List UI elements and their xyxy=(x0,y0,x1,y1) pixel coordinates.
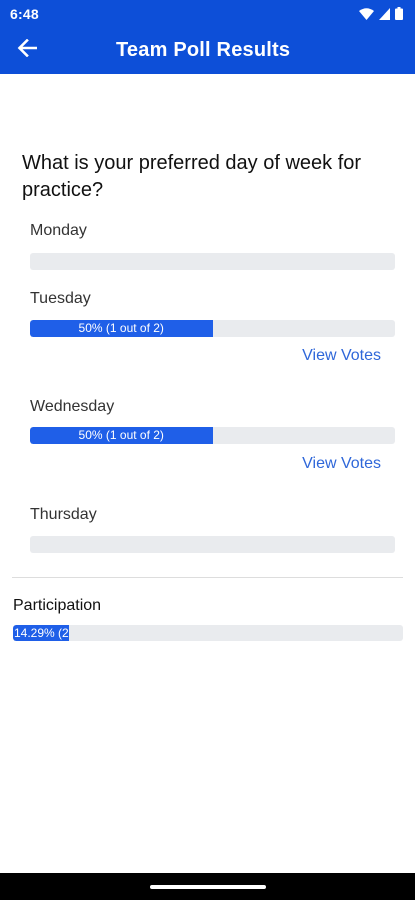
option-bar-monday xyxy=(30,253,395,270)
view-votes-wednesday-link[interactable]: View Votes xyxy=(302,455,381,473)
battery-icon xyxy=(395,7,403,20)
poll-question: What is your preferred day of week for p… xyxy=(22,152,362,201)
option-label-thursday: Thursday xyxy=(30,506,97,523)
view-votes-tuesday-link[interactable]: View Votes xyxy=(302,347,381,365)
divider xyxy=(12,577,403,578)
app-bar: Team Poll Results xyxy=(0,27,415,74)
page-title: Team Poll Results xyxy=(116,39,291,61)
status-bar: 6:48 xyxy=(0,0,415,27)
status-time: 6:48 xyxy=(10,5,39,22)
option-bar-fill: 50% (1 out of 2) xyxy=(30,427,213,444)
home-gesture-pill[interactable] xyxy=(149,884,266,889)
option-label-tuesday: Tuesday xyxy=(30,290,91,307)
wifi-icon xyxy=(359,7,374,20)
system-nav-bar xyxy=(0,873,415,900)
option-label-wednesday: Wednesday xyxy=(30,398,115,415)
option-label-monday: Monday xyxy=(30,222,87,239)
participation-bar-fill: 14.29% (2 xyxy=(13,625,69,641)
option-bar-fill: 50% (1 out of 2) xyxy=(30,320,213,337)
option-bar-thursday xyxy=(30,536,395,553)
participation-bar: 14.29% (2 xyxy=(13,625,403,641)
back-button[interactable] xyxy=(0,27,54,74)
status-icons xyxy=(359,7,403,20)
arrow-left-icon xyxy=(17,38,38,62)
signal-icon xyxy=(379,7,390,20)
option-bar-wednesday: 50% (1 out of 2) xyxy=(30,427,395,444)
participation-label: Participation xyxy=(13,597,102,614)
option-bar-tuesday: 50% (1 out of 2) xyxy=(30,320,395,337)
